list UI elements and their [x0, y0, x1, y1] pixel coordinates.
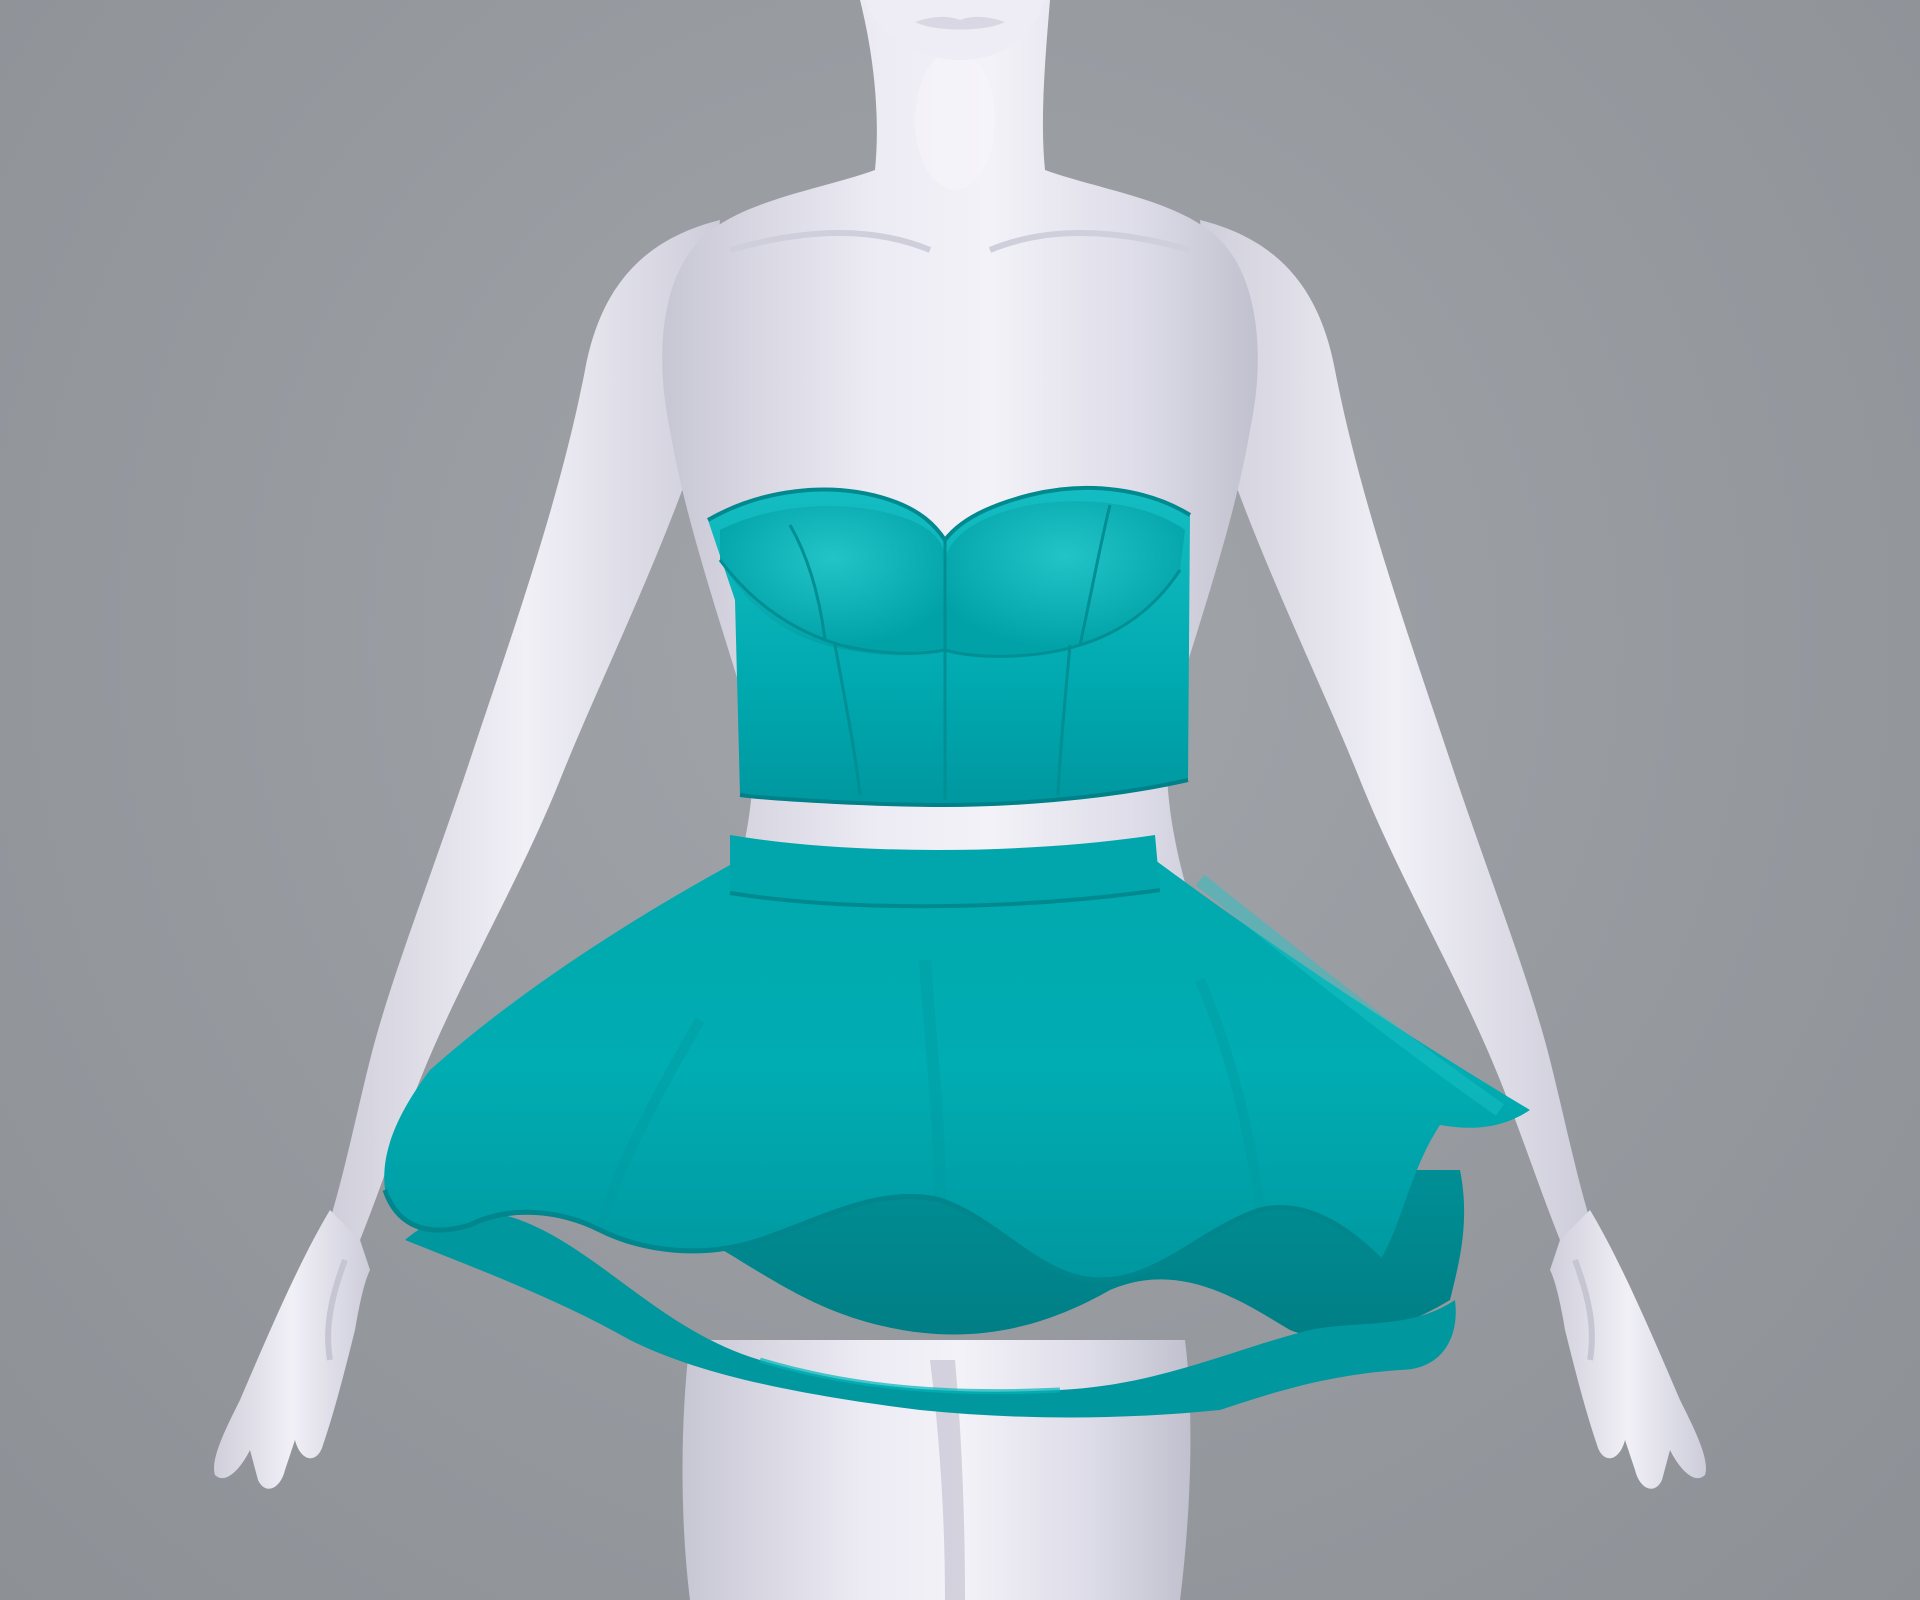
render-scene [0, 0, 1920, 1600]
mannequin-render [214, 0, 1706, 1600]
left-hand [214, 1210, 370, 1489]
bustier-top [707, 486, 1192, 808]
right-hand [1550, 1210, 1706, 1489]
